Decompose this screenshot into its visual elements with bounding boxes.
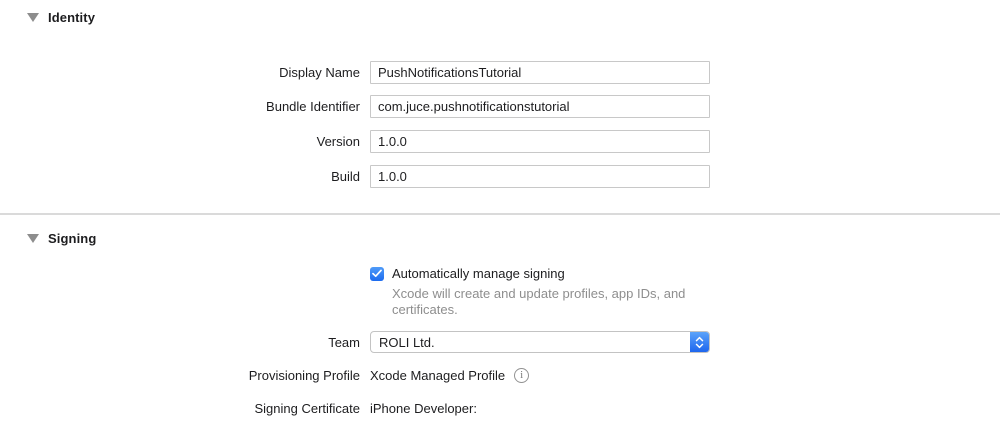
team-selected-value: ROLI Ltd. [379,335,435,350]
build-input[interactable] [370,165,710,188]
checkmark-icon [372,269,382,278]
bundle-identifier-label: Bundle Identifier [0,99,360,114]
display-name-label: Display Name [0,65,360,80]
signing-certificate-label: Signing Certificate [0,401,360,416]
identity-section-title: Identity [48,10,95,25]
disclosure-triangle-icon[interactable] [27,13,39,22]
team-label: Team [0,335,360,350]
provisioning-profile-label: Provisioning Profile [0,368,360,383]
auto-manage-signing-description: Xcode will create and update profiles, a… [392,286,714,318]
display-name-input[interactable] [370,61,710,84]
section-divider [0,213,1000,215]
signing-certificate-value: iPhone Developer: [370,401,477,416]
auto-manage-signing-label[interactable]: Automatically manage signing [392,266,565,281]
xcode-general-settings-pane: Identity Display Name Bundle Identifier … [0,0,1000,434]
auto-manage-signing-row: Automatically manage signing [370,266,565,281]
team-popup-button[interactable]: ROLI Ltd. [370,331,710,353]
build-row: Build [0,165,710,188]
disclosure-triangle-icon[interactable] [27,234,39,243]
version-label: Version [0,134,360,149]
identity-section-header[interactable]: Identity [27,9,95,25]
signing-section-header[interactable]: Signing [27,230,96,246]
build-label: Build [0,169,360,184]
bundle-identifier-row: Bundle Identifier [0,95,710,118]
signing-certificate-row: Signing Certificate iPhone Developer: [0,401,477,416]
provisioning-profile-value: Xcode Managed Profile [370,368,505,383]
provisioning-profile-row: Provisioning Profile Xcode Managed Profi… [0,368,529,383]
popup-chevrons-icon[interactable] [690,332,709,352]
bundle-identifier-input[interactable] [370,95,710,118]
checkbox-checked-icon[interactable] [370,267,384,281]
version-input[interactable] [370,130,710,153]
version-row: Version [0,130,710,153]
info-icon[interactable]: i [514,368,529,383]
display-name-row: Display Name [0,61,710,84]
team-row: Team ROLI Ltd. [0,331,710,353]
signing-section-title: Signing [48,231,96,246]
